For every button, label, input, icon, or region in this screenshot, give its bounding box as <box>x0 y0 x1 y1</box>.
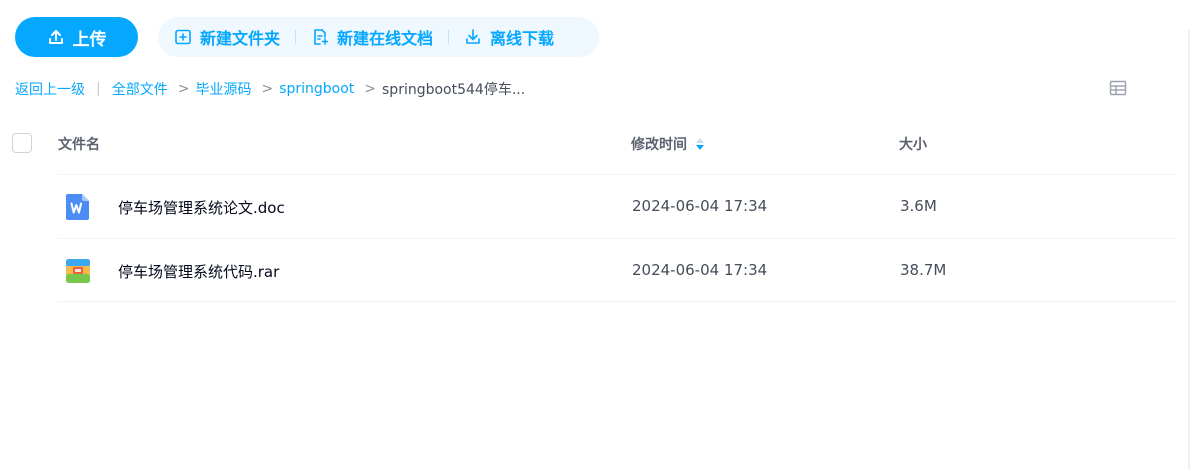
breadcrumb-arrow: > <box>177 81 190 97</box>
column-header-size[interactable]: 大小 <box>899 134 927 154</box>
upload-icon <box>48 30 63 44</box>
breadcrumb-arrow: > <box>364 81 377 97</box>
action-toolbar: 新建文件夹 新建在线文档 离线下载 <box>158 17 599 57</box>
breadcrumb: 返回上一级 | 全部文件 > 毕业源码 > springboot > sprin… <box>15 78 525 100</box>
file-modified: 2024-06-04 17:34 <box>632 197 768 215</box>
action-divider <box>295 30 297 44</box>
view-toggle-icon[interactable] <box>1109 80 1127 96</box>
breadcrumb-arrow: > <box>261 81 274 97</box>
breadcrumb-item-springboot[interactable]: springboot <box>279 81 354 97</box>
offline-download-button[interactable]: 离线下载 <box>464 25 554 49</box>
column-header-name[interactable]: 文件名 <box>58 134 100 154</box>
column-header-modified[interactable]: 修改时间 <box>631 134 705 154</box>
file-name[interactable]: 停车场管理系统论文.doc <box>118 197 285 218</box>
file-name[interactable]: 停车场管理系统代码.rar <box>118 261 279 282</box>
file-size: 3.6M <box>900 197 937 215</box>
new-online-doc-button[interactable]: 新建在线文档 <box>311 25 433 49</box>
new-document-icon <box>314 29 329 45</box>
file-modified: 2024-06-04 17:34 <box>632 261 768 279</box>
breadcrumb-divider: | <box>96 81 101 97</box>
download-icon <box>466 29 480 44</box>
word-doc-icon <box>66 194 89 220</box>
sort-icon[interactable] <box>695 137 705 151</box>
breadcrumb-current: springboot544停车... <box>382 82 526 98</box>
table-header: 文件名 修改时间 大小 <box>0 126 1176 160</box>
rar-archive-icon <box>66 259 90 283</box>
file-size: 38.7M <box>900 261 947 279</box>
offline-download-label: 离线下载 <box>490 29 555 48</box>
action-divider <box>448 30 450 44</box>
folder-plus-icon <box>175 29 191 45</box>
table-row[interactable]: 停车场管理系统论文.doc 2024-06-04 17:34 3.6M <box>58 174 1176 238</box>
back-link[interactable]: 返回上一级 <box>15 79 85 99</box>
select-all-checkbox[interactable] <box>12 133 32 153</box>
upload-label: 上传 <box>72 29 107 50</box>
breadcrumb-item-all-files[interactable]: 全部文件 <box>112 79 168 99</box>
new-online-doc-label: 新建在线文档 <box>337 29 434 48</box>
upload-button[interactable]: 上传 <box>15 17 138 57</box>
column-header-modified-label: 修改时间 <box>631 137 687 153</box>
breadcrumb-item-graduation-source[interactable]: 毕业源码 <box>195 79 251 99</box>
table-row[interactable]: 停车场管理系统代码.rar 2024-06-04 17:34 38.7M <box>58 238 1176 302</box>
new-folder-button[interactable]: 新建文件夹 <box>174 25 280 49</box>
new-folder-label: 新建文件夹 <box>200 29 281 48</box>
